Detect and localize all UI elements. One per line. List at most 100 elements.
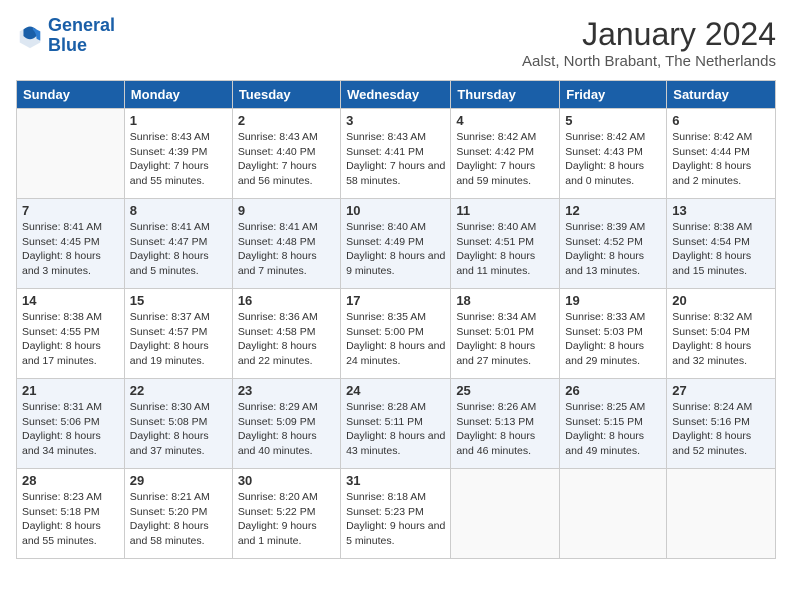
day-number: 1: [130, 113, 227, 128]
calendar-cell: 30 Sunrise: 8:20 AMSunset: 5:22 PMDayligh…: [232, 469, 340, 559]
day-number: 4: [456, 113, 554, 128]
day-detail: Sunrise: 8:42 AMSunset: 4:43 PMDaylight:…: [565, 130, 661, 189]
calendar-cell: 17 Sunrise: 8:35 AMSunset: 5:00 PMDayligh…: [341, 289, 451, 379]
day-detail: Sunrise: 8:37 AMSunset: 4:57 PMDaylight:…: [130, 310, 227, 369]
calendar-cell: 19 Sunrise: 8:33 AMSunset: 5:03 PMDayligh…: [560, 289, 667, 379]
calendar-cell: 20 Sunrise: 8:32 AMSunset: 5:04 PMDayligh…: [667, 289, 776, 379]
day-detail: Sunrise: 8:26 AMSunset: 5:13 PMDaylight:…: [456, 400, 554, 459]
day-detail: Sunrise: 8:25 AMSunset: 5:15 PMDaylight:…: [565, 400, 661, 459]
day-detail: Sunrise: 8:43 AMSunset: 4:41 PMDaylight:…: [346, 130, 445, 189]
day-number: 7: [22, 203, 119, 218]
day-detail: Sunrise: 8:40 AMSunset: 4:51 PMDaylight:…: [456, 220, 554, 279]
day-detail: Sunrise: 8:24 AMSunset: 5:16 PMDaylight:…: [672, 400, 770, 459]
day-detail: Sunrise: 8:43 AMSunset: 4:40 PMDaylight:…: [238, 130, 335, 189]
calendar-cell: [17, 109, 125, 199]
day-detail: Sunrise: 8:42 AMSunset: 4:42 PMDaylight:…: [456, 130, 554, 189]
calendar-cell: 23 Sunrise: 8:29 AMSunset: 5:09 PMDayligh…: [232, 379, 340, 469]
calendar-cell: [451, 469, 560, 559]
calendar-cell: 10 Sunrise: 8:40 AMSunset: 4:49 PMDayligh…: [341, 199, 451, 289]
day-number: 14: [22, 293, 119, 308]
day-detail: Sunrise: 8:28 AMSunset: 5:11 PMDaylight:…: [346, 400, 445, 459]
day-detail: Sunrise: 8:33 AMSunset: 5:03 PMDaylight:…: [565, 310, 661, 369]
weekday-header-tuesday: Tuesday: [232, 81, 340, 109]
calendar-cell: [560, 469, 667, 559]
day-detail: Sunrise: 8:32 AMSunset: 5:04 PMDaylight:…: [672, 310, 770, 369]
calendar-cell: 28Sunrise: 8:23 AMSunset: 5:18 PMDayligh…: [17, 469, 125, 559]
day-number: 11: [456, 203, 554, 218]
day-number: 24: [346, 383, 445, 398]
title-area: January 2024 Aalst, North Brabant, The N…: [522, 16, 776, 70]
day-detail: Sunrise: 8:38 AMSunset: 4:54 PMDaylight:…: [672, 220, 770, 279]
calendar-cell: 3 Sunrise: 8:43 AMSunset: 4:41 PMDaylight…: [341, 109, 451, 199]
logo-line2: Blue: [48, 35, 87, 55]
calendar-cell: 1 Sunrise: 8:43 AMSunset: 4:39 PMDaylight…: [124, 109, 232, 199]
calendar-cell: 25 Sunrise: 8:26 AMSunset: 5:13 PMDayligh…: [451, 379, 560, 469]
logo-icon: [16, 22, 44, 50]
day-detail: Sunrise: 8:35 AMSunset: 5:00 PMDaylight:…: [346, 310, 445, 369]
calendar-cell: 7 Sunrise: 8:41 AMSunset: 4:45 PMDaylight…: [17, 199, 125, 289]
calendar-cell: 31 Sunrise: 8:18 AMSunset: 5:23 PMDayligh…: [341, 469, 451, 559]
day-detail: Sunrise: 8:23 AMSunset: 5:18 PMDaylight:…: [22, 490, 119, 549]
calendar-cell: [667, 469, 776, 559]
weekday-header-friday: Friday: [560, 81, 667, 109]
day-number: 3: [346, 113, 445, 128]
weekday-header-wednesday: Wednesday: [341, 81, 451, 109]
day-number: 30: [238, 473, 335, 488]
day-number: 10: [346, 203, 445, 218]
calendar-cell: 26 Sunrise: 8:25 AMSunset: 5:15 PMDayligh…: [560, 379, 667, 469]
logo-text: General Blue: [48, 16, 115, 56]
day-number: 2: [238, 113, 335, 128]
day-detail: Sunrise: 8:29 AMSunset: 5:09 PMDaylight:…: [238, 400, 335, 459]
calendar-week-row: 21 Sunrise: 8:31 AMSunset: 5:06 PMDayligh…: [17, 379, 776, 469]
calendar-cell: 14 Sunrise: 8:38 AMSunset: 4:55 PMDayligh…: [17, 289, 125, 379]
weekday-header-saturday: Saturday: [667, 81, 776, 109]
calendar-week-row: 28Sunrise: 8:23 AMSunset: 5:18 PMDayligh…: [17, 469, 776, 559]
logo: General Blue: [16, 16, 115, 56]
calendar-week-row: 7 Sunrise: 8:41 AMSunset: 4:45 PMDaylight…: [17, 199, 776, 289]
calendar-cell: 13Sunrise: 8:38 AMSunset: 4:54 PMDayligh…: [667, 199, 776, 289]
day-number: 27: [672, 383, 770, 398]
location-title: Aalst, North Brabant, The Netherlands: [522, 53, 776, 70]
calendar-cell: 12Sunrise: 8:39 AMSunset: 4:52 PMDayligh…: [560, 199, 667, 289]
calendar-cell: 22 Sunrise: 8:30 AMSunset: 5:08 PMDayligh…: [124, 379, 232, 469]
weekday-header-monday: Monday: [124, 81, 232, 109]
day-number: 5: [565, 113, 661, 128]
day-detail: Sunrise: 8:38 AMSunset: 4:55 PMDaylight:…: [22, 310, 119, 369]
day-detail: Sunrise: 8:39 AMSunset: 4:52 PMDaylight:…: [565, 220, 661, 279]
day-number: 6: [672, 113, 770, 128]
calendar-cell: 29Sunrise: 8:21 AMSunset: 5:20 PMDayligh…: [124, 469, 232, 559]
day-number: 19: [565, 293, 661, 308]
logo-line1: General: [48, 15, 115, 35]
day-detail: Sunrise: 8:43 AMSunset: 4:39 PMDaylight:…: [130, 130, 227, 189]
day-number: 17: [346, 293, 445, 308]
calendar-cell: 16Sunrise: 8:36 AMSunset: 4:58 PMDayligh…: [232, 289, 340, 379]
day-number: 15: [130, 293, 227, 308]
day-detail: Sunrise: 8:31 AMSunset: 5:06 PMDaylight:…: [22, 400, 119, 459]
day-number: 23: [238, 383, 335, 398]
day-number: 20: [672, 293, 770, 308]
day-number: 22: [130, 383, 227, 398]
calendar-cell: 8Sunrise: 8:41 AMSunset: 4:47 PMDaylight…: [124, 199, 232, 289]
day-detail: Sunrise: 8:40 AMSunset: 4:49 PMDaylight:…: [346, 220, 445, 279]
day-number: 18: [456, 293, 554, 308]
calendar-cell: 15 Sunrise: 8:37 AMSunset: 4:57 PMDayligh…: [124, 289, 232, 379]
weekday-header-thursday: Thursday: [451, 81, 560, 109]
calendar-cell: 5 Sunrise: 8:42 AMSunset: 4:43 PMDaylight…: [560, 109, 667, 199]
day-number: 31: [346, 473, 445, 488]
calendar-cell: 21 Sunrise: 8:31 AMSunset: 5:06 PMDayligh…: [17, 379, 125, 469]
day-detail: Sunrise: 8:18 AMSunset: 5:23 PMDaylight:…: [346, 490, 445, 549]
day-number: 26: [565, 383, 661, 398]
day-detail: Sunrise: 8:41 AMSunset: 4:47 PMDaylight:…: [130, 220, 227, 279]
calendar-cell: 4 Sunrise: 8:42 AMSunset: 4:42 PMDaylight…: [451, 109, 560, 199]
day-detail: Sunrise: 8:30 AMSunset: 5:08 PMDaylight:…: [130, 400, 227, 459]
day-number: 16: [238, 293, 335, 308]
day-number: 9: [238, 203, 335, 218]
calendar-cell: 11 Sunrise: 8:40 AMSunset: 4:51 PMDayligh…: [451, 199, 560, 289]
day-detail: Sunrise: 8:20 AMSunset: 5:22 PMDaylight:…: [238, 490, 335, 549]
day-number: 25: [456, 383, 554, 398]
day-detail: Sunrise: 8:41 AMSunset: 4:45 PMDaylight:…: [22, 220, 119, 279]
day-detail: Sunrise: 8:21 AMSunset: 5:20 PMDaylight:…: [130, 490, 227, 549]
day-number: 21: [22, 383, 119, 398]
calendar-week-row: 1 Sunrise: 8:43 AMSunset: 4:39 PMDaylight…: [17, 109, 776, 199]
month-title: January 2024: [522, 16, 776, 53]
